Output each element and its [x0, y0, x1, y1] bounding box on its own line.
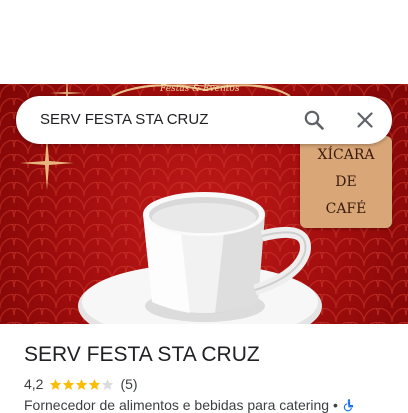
separator: • [332, 397, 338, 413]
star-icon [76, 378, 88, 390]
rating-row[interactable]: 4,2 (5) [24, 376, 138, 392]
star-empty-icon [102, 378, 114, 390]
note-line: CAFÉ [325, 200, 367, 217]
photo-note-card: XÍCARA DE CAFÉ [300, 136, 392, 228]
rating-stars [49, 378, 114, 391]
note-line: XÍCARA [317, 146, 375, 163]
star-icon [50, 378, 62, 390]
top-blank-area [0, 0, 408, 84]
note-line: DE [335, 173, 357, 190]
search-input[interactable]: SERV FESTA STA CRUZ [40, 111, 208, 128]
place-name: SERV FESTA STA CRUZ [24, 343, 260, 366]
star-icon [89, 378, 101, 390]
star-icon [63, 378, 75, 390]
category-text: Fornecedor de alimentos e bebidas para c… [24, 397, 330, 413]
sparkle-icon [20, 136, 74, 190]
photo-logo-text: Festas & Eventos [160, 84, 240, 94]
category-row: Fornecedor de alimentos e bebidas para c… [24, 397, 356, 413]
review-count[interactable]: (5) [120, 376, 137, 392]
search-icon[interactable] [302, 108, 326, 132]
close-icon[interactable] [353, 108, 377, 132]
search-bar[interactable]: SERV FESTA STA CRUZ [16, 96, 392, 144]
rating-value: 4,2 [24, 376, 44, 392]
wheelchair-icon [343, 399, 353, 412]
